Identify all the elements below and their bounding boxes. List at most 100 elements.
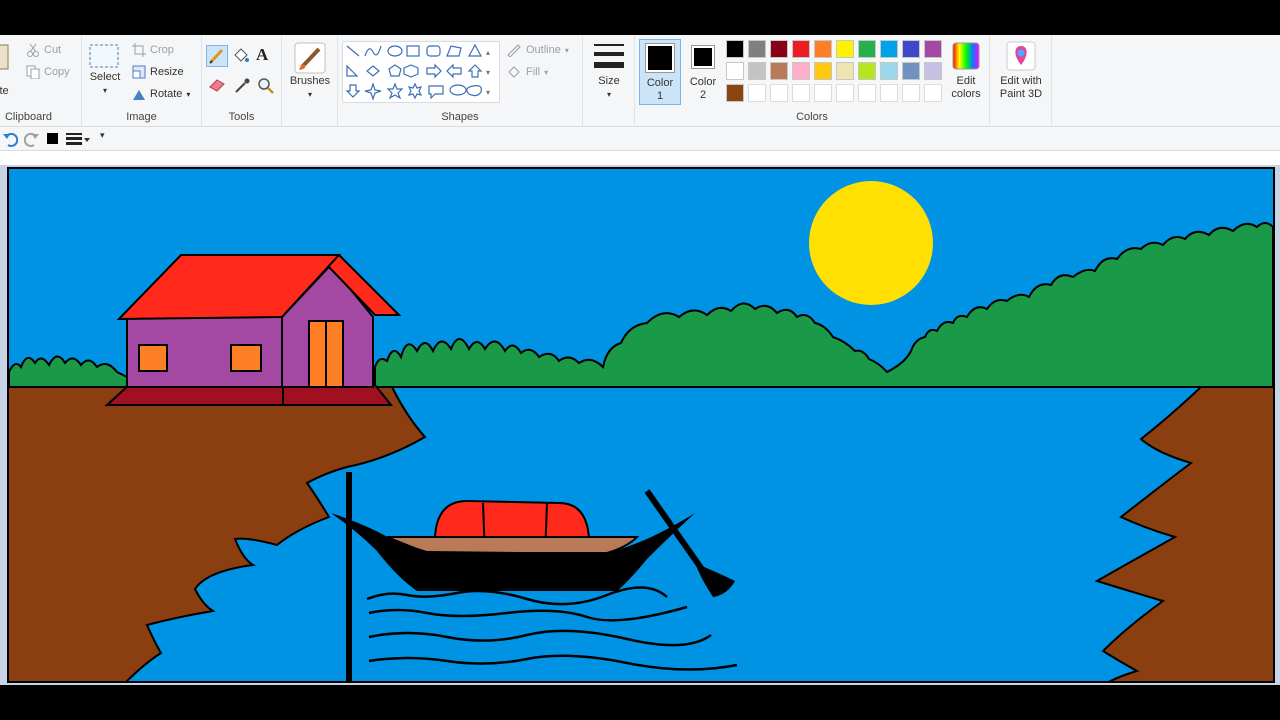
undo-button[interactable] [2,131,18,147]
select-label: Select [89,71,121,83]
color-swatch-icon[interactable] [47,133,58,144]
copy-label: Copy [44,66,70,78]
palette-swatch[interactable] [858,84,876,102]
outline-label: Outline [526,44,561,56]
chevron-down-icon: ▾ [564,45,569,55]
boat-cover [433,499,591,541]
color1-label-line1: Color [646,77,674,89]
color2-label-line2: 2 [699,89,707,101]
paste-button[interactable]: ste [0,43,18,97]
window-right [230,344,262,372]
color2-label-line1: Color [689,76,717,88]
resize-label: Resize [150,66,184,78]
palette-swatch[interactable] [902,40,920,58]
color1-swatch [648,46,672,70]
paint3d-icon [1006,41,1036,71]
palette-swatch[interactable] [880,40,898,58]
palette-swatch[interactable] [880,84,898,102]
text-tool-icon[interactable]: A [256,45,268,65]
color-spectrum-icon [952,42,980,70]
color2-frame [691,45,715,69]
cut-button[interactable]: Cut [26,43,61,57]
paint3d-label-line2: Paint 3D [999,88,1043,100]
palette-swatch[interactable] [748,84,766,102]
crop-button[interactable]: Crop [132,43,174,57]
palette-swatch[interactable] [814,84,832,102]
palette-swatch[interactable] [836,62,854,80]
palette-swatch[interactable] [814,40,832,58]
resize-icon [132,65,146,79]
crop-label: Crop [150,44,174,56]
fill-label: Fill [526,66,541,78]
palette-swatch[interactable] [726,62,744,80]
palette-swatch[interactable] [836,40,854,58]
shapes-gallery[interactable] [342,41,500,103]
outline-button[interactable]: Outline ▾ [506,43,569,57]
chevron-down-icon: ▾ [544,67,549,77]
paste-label: ste [0,85,9,97]
palette-swatch[interactable] [858,62,876,80]
color2-button[interactable]: Color 2 [683,39,723,102]
eraser-icon [209,79,225,92]
fill-tool[interactable] [232,47,250,65]
palette-swatch[interactable] [858,40,876,58]
outline-icon [507,44,521,57]
palette-swatch[interactable] [770,62,788,80]
screen: ste Cut Copy Clipboard Select ▾ Crop [0,0,1280,720]
clipboard-group: ste Cut Copy Clipboard [0,35,82,127]
rotate-button[interactable]: Rotate ▾ [132,87,190,101]
palette-swatch[interactable] [792,40,810,58]
magnifier-tool[interactable] [257,77,275,95]
palette-swatch[interactable] [792,62,810,80]
pencil-tool[interactable] [206,45,228,67]
window-left [138,344,168,372]
tools-group-label: Tools [228,111,255,123]
brushes-button[interactable]: Brushes ▾ [286,41,334,101]
edit-colors-label-line1: Edit [956,75,976,87]
palette-swatch[interactable] [792,84,810,102]
fill-bucket-icon [234,48,249,62]
palette-swatch[interactable] [726,40,744,58]
color2-swatch [694,48,712,66]
copy-icon [26,65,40,79]
palette-swatch[interactable] [902,84,920,102]
palette-swatch[interactable] [748,40,766,58]
sun [809,181,933,305]
ribbon: ste Cut Copy Clipboard Select ▾ Crop [0,35,1280,127]
select-button[interactable]: Select ▾ [88,43,122,97]
color-picker-tool[interactable] [233,77,251,95]
line-size-quick-button[interactable] [66,132,90,146]
palette-swatch[interactable] [770,40,788,58]
color1-label-line2: 1 [656,90,664,102]
eraser-tool[interactable] [208,77,226,93]
palette-swatch[interactable] [726,84,744,102]
landscape-drawing [7,167,1275,683]
edit-colors-button[interactable]: Edit colors [944,41,988,101]
copy-button[interactable]: Copy [26,65,70,79]
quick-access-toolbar: ▾ [0,127,1280,151]
palette-swatch[interactable] [748,62,766,80]
color1-button[interactable]: Color 1 [639,39,681,105]
tools-group: A Tools [202,35,282,127]
palette-swatch[interactable] [836,84,854,102]
brush-icon [294,42,326,74]
size-button[interactable]: Size ▾ [589,41,629,101]
customize-toolbar-icon[interactable]: ▾ [100,130,105,141]
rotate-icon [133,90,145,100]
palette-swatch[interactable] [902,62,920,80]
paste-icon [0,44,9,70]
magnifier-icon [258,78,274,94]
palette-swatch[interactable] [880,62,898,80]
palette-swatch[interactable] [814,62,832,80]
paint3d-label-line1: Edit with [1000,75,1042,87]
drawing-canvas[interactable] [7,167,1275,683]
edit-with-paint3d-button[interactable]: Edit with Paint 3D [992,41,1050,101]
fill-button[interactable]: Fill ▾ [506,65,548,79]
pencil-icon [209,48,224,64]
rotate-label: Rotate [150,88,183,100]
resize-button[interactable]: Resize [132,65,184,79]
shapes-group-label: Shapes [441,111,479,123]
palette-swatch[interactable] [770,84,788,102]
shapes-scroll-arrows[interactable]: ▴ ▾ ▾ [486,43,490,103]
redo-button[interactable] [24,131,40,147]
